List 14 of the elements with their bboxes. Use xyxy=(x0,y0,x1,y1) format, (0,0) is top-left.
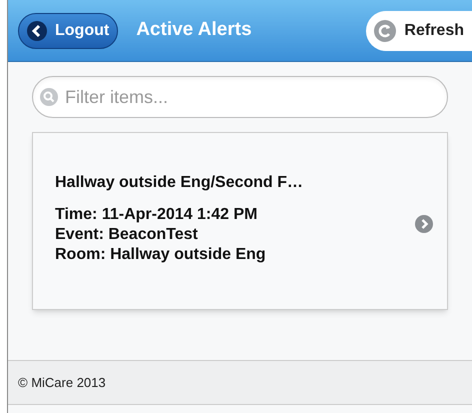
back-icon xyxy=(27,20,47,40)
alert-detail: Time: 11-Apr-2014 1:42 PM xyxy=(55,205,258,225)
refresh-button[interactable]: Refresh xyxy=(366,10,472,50)
filter-field[interactable]: Filter items... xyxy=(32,76,448,118)
alert-detail: Room: Hallway outside Eng xyxy=(55,245,266,265)
alert-detail: Event: BeaconTest xyxy=(55,225,198,245)
refresh-icon xyxy=(374,20,396,42)
alert-card[interactable]: Hallway outside Eng/Second F… Time: 11-Apr-2014 1:42 PM Event: BeaconTest Room: Hallway outside Eng xyxy=(32,132,448,310)
copyright-text: © MiCare 2013 xyxy=(18,374,106,392)
page-title: Active Alerts xyxy=(136,18,252,42)
alert-title: Hallway outside Eng/Second F… xyxy=(55,173,304,193)
chevron-icon xyxy=(415,215,433,233)
logout-button[interactable]: Logout xyxy=(18,12,118,48)
search-icon xyxy=(40,88,58,106)
